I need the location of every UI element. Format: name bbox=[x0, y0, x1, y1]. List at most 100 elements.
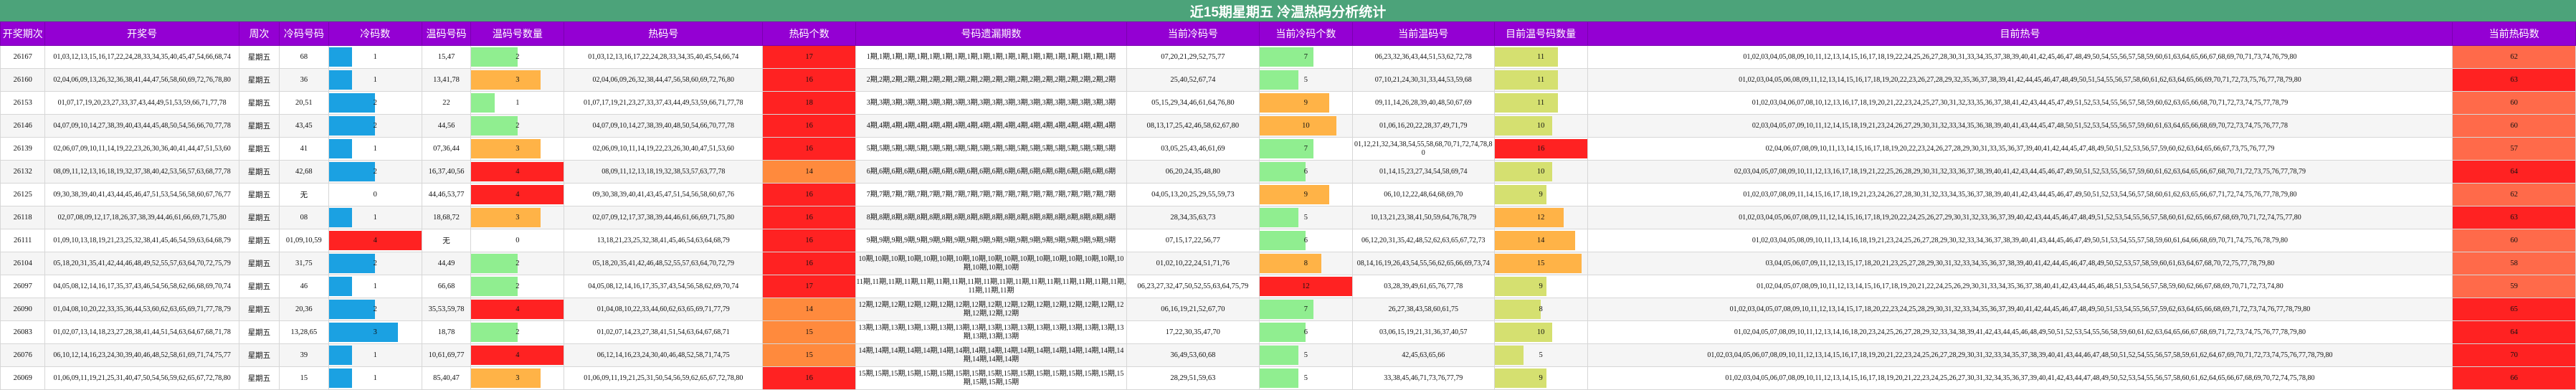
count-bar bbox=[1260, 162, 1306, 181]
cell-current-warm-count: 8 bbox=[1493, 298, 1588, 321]
cell-cold-count: 1 bbox=[328, 68, 422, 92]
cell-hot-numbers: 04,07,09,10,14,27,38,39,40,48,50,54,66,7… bbox=[564, 114, 764, 138]
cell-weekday: 星期五 bbox=[238, 45, 280, 69]
cell-hot-numbers: 01,04,08,10,22,33,44,60,62,63,65,69,71,7… bbox=[564, 298, 764, 321]
cell-current-hot: 02,04,06,07,08,09,10,11,13,14,15,16,17,1… bbox=[1587, 137, 2453, 161]
count-bar bbox=[1260, 231, 1306, 250]
cell-current-hot-count: 59 bbox=[2452, 275, 2576, 298]
count-bar bbox=[1260, 368, 1298, 388]
count-bar bbox=[471, 116, 518, 135]
cell-numbers: 01,06,09,11,19,21,25,31,40,47,50,54,56,5… bbox=[44, 366, 239, 390]
cell-numbers: 09,30,38,39,40,41,43,44,45,46,47,51,53,5… bbox=[44, 183, 239, 206]
count-bar bbox=[1495, 208, 1564, 227]
table-row: 26167 01,03,12,13,15,16,17,22,24,28,33,34… bbox=[0, 45, 2576, 69]
cell-hot-count: 16 bbox=[762, 206, 857, 229]
count-bar bbox=[1495, 47, 1559, 67]
table-body: 2 6 16 7 01,03,12,13,15,16,17,22,24,28,33,34… bbox=[0, 45, 2576, 390]
cell-omit-periods: 11期,11期,11期,11期,11期,11期,11期,11期,11期,11期,… bbox=[855, 275, 1127, 298]
cell-current-cold-count: 6 bbox=[1258, 320, 1353, 344]
cell-hot-numbers: 01,02,07,14,23,27,38,41,51,54,63,64,67,6… bbox=[564, 320, 764, 344]
cell-current-hot: 03,04,05,06,07,09,11,12,13,15,17,18,20,2… bbox=[1587, 252, 2453, 275]
cell-weekday: 星期五 bbox=[238, 68, 280, 92]
cell-current-hot-count: 65 bbox=[2452, 298, 2576, 321]
count-bar bbox=[329, 346, 352, 365]
cell-omit-periods: 1期,1期,1期,1期,1期,1期,1期,1期,1期,1期,1期,1期,1期,1… bbox=[855, 45, 1127, 69]
header-warm-numbers: 温码号码 bbox=[421, 22, 472, 46]
cell-omit-periods: 14期,14期,14期,14期,14期,14期,14期,14期,14期,14期,… bbox=[855, 343, 1127, 367]
cell-hot-numbers: 01,03,12,13,16,17,22,24,28,33,34,35,40,4… bbox=[564, 45, 764, 69]
cell-hot-numbers: 02,04,06,09,26,32,38,44,47,56,58,60,69,7… bbox=[564, 68, 764, 92]
header-cold-numbers: 冷码号码 bbox=[279, 22, 329, 46]
cell-numbers: 02,06,07,09,10,11,14,19,22,23,26,30,36,4… bbox=[44, 137, 239, 161]
count-value: 2 bbox=[373, 99, 377, 107]
cell-omit-periods: 10期,10期,10期,10期,10期,10期,10期,10期,10期,10期,… bbox=[855, 252, 1127, 275]
cell-current-hot-count: 70 bbox=[2452, 343, 2576, 367]
count-value: 3 bbox=[373, 328, 377, 336]
cell-weekday: 星期五 bbox=[238, 160, 280, 184]
cell-omit-periods: 6期,6期,6期,6期,6期,6期,6期,6期,6期,6期,6期,6期,6期,6… bbox=[855, 160, 1127, 184]
cell-issue: 26118 bbox=[0, 206, 46, 229]
count-bar bbox=[1260, 116, 1337, 135]
cell-hot-count: 16 bbox=[762, 229, 857, 252]
cell-current-cold: 28,34,35,63,73 bbox=[1126, 206, 1260, 229]
cell-weekday: 星期五 bbox=[238, 137, 280, 161]
cell-weekday: 星期五 bbox=[238, 343, 280, 367]
cell-cold-numbers: 43,45 bbox=[279, 114, 329, 138]
count-value: 11 bbox=[1537, 76, 1545, 84]
cell-cold-count: 4 bbox=[328, 229, 422, 252]
cell-warm-count: 2 bbox=[470, 114, 565, 138]
cell-hot-count: 14 bbox=[762, 160, 857, 184]
cell-weekday: 星期五 bbox=[238, 320, 280, 344]
cell-hot-numbers: 09,30,38,39,40,41,43,45,47,51,54,56,58,6… bbox=[564, 183, 764, 206]
cell-current-hot: 01,02,03,07,08,09,11,14,15,16,17,18,19,2… bbox=[1587, 183, 2453, 206]
cell-current-warm-count: 11 bbox=[1493, 91, 1588, 115]
count-bar bbox=[329, 300, 376, 319]
count-value: 4 bbox=[373, 237, 377, 244]
cell-warm-count: 4 bbox=[470, 298, 565, 321]
cell-cold-numbers: 41 bbox=[279, 137, 329, 161]
cell-numbers: 01,03,12,13,15,16,17,22,24,28,33,34,35,4… bbox=[44, 45, 239, 69]
count-bar bbox=[1260, 185, 1329, 204]
count-value: 1 bbox=[373, 351, 377, 359]
cell-warm-count: 4 bbox=[470, 343, 565, 367]
count-value: 5 bbox=[1303, 214, 1308, 222]
cell-current-cold-count: 5 bbox=[1258, 68, 1353, 92]
count-value: 2 bbox=[373, 260, 377, 267]
table-row: 26146 04,07,09,10,14,27,38,39,40,43,44,45… bbox=[0, 114, 2576, 138]
count-value: 2 bbox=[515, 282, 520, 290]
cell-warm-count: 1 bbox=[470, 91, 565, 115]
cell-current-cold: 06,16,19,21,52,67,70 bbox=[1126, 298, 1260, 321]
cell-hot-numbers: 08,09,11,12,13,18,19,32,38,53,57,63,77,7… bbox=[564, 160, 764, 184]
count-value: 2 bbox=[515, 122, 520, 130]
cell-weekday: 星期五 bbox=[238, 114, 280, 138]
cell-cold-numbers: 无 bbox=[279, 183, 329, 206]
cell-warm-count: 3 bbox=[470, 137, 565, 161]
count-value: 11 bbox=[1537, 99, 1545, 107]
cell-current-hot-count: 62 bbox=[2452, 45, 2576, 69]
cell-current-cold-count: 7 bbox=[1258, 45, 1353, 69]
page-title: 近15期星期五 冷温热码分析统计 bbox=[0, 0, 2576, 22]
count-bar bbox=[471, 93, 495, 113]
cell-omit-periods: 15期,15期,15期,15期,15期,15期,15期,15期,15期,15期,… bbox=[855, 366, 1127, 390]
cell-warm-numbers: 85,40,47 bbox=[421, 366, 472, 390]
cell-current-cold: 28,29,51,59,63 bbox=[1126, 366, 1260, 390]
cell-hot-count: 16 bbox=[762, 252, 857, 275]
cell-cold-count: 2 bbox=[328, 160, 422, 184]
cell-current-cold-count: 9 bbox=[1258, 183, 1353, 206]
cell-numbers: 08,09,11,12,13,16,18,19,32,37,38,40,42,5… bbox=[44, 160, 239, 184]
cell-current-cold-count: 9 bbox=[1258, 91, 1353, 115]
count-value: 9 bbox=[1539, 282, 1543, 290]
count-value: 9 bbox=[1303, 191, 1308, 199]
cell-current-hot-count: 57 bbox=[2452, 137, 2576, 161]
count-value: 7 bbox=[1303, 305, 1308, 313]
cell-current-cold-count: 7 bbox=[1258, 298, 1353, 321]
cell-hot-numbers: 01,07,17,19,21,23,27,33,37,43,44,49,53,5… bbox=[564, 91, 764, 115]
count-value: 1 bbox=[373, 145, 377, 153]
cell-cold-numbers: 01,09,10,59 bbox=[279, 229, 329, 252]
cell-current-hot: 01,02,03,04,05,06,08,09,11,12,13,14,15,1… bbox=[1587, 68, 2453, 92]
count-value: 2 bbox=[373, 305, 377, 313]
cell-current-cold: 36,49,53,60,68 bbox=[1126, 343, 1260, 367]
cell-current-cold: 04,05,13,20,25,29,55,59,73 bbox=[1126, 183, 1260, 206]
cell-current-warm-count: 10 bbox=[1493, 114, 1588, 138]
cell-weekday: 星期五 bbox=[238, 183, 280, 206]
